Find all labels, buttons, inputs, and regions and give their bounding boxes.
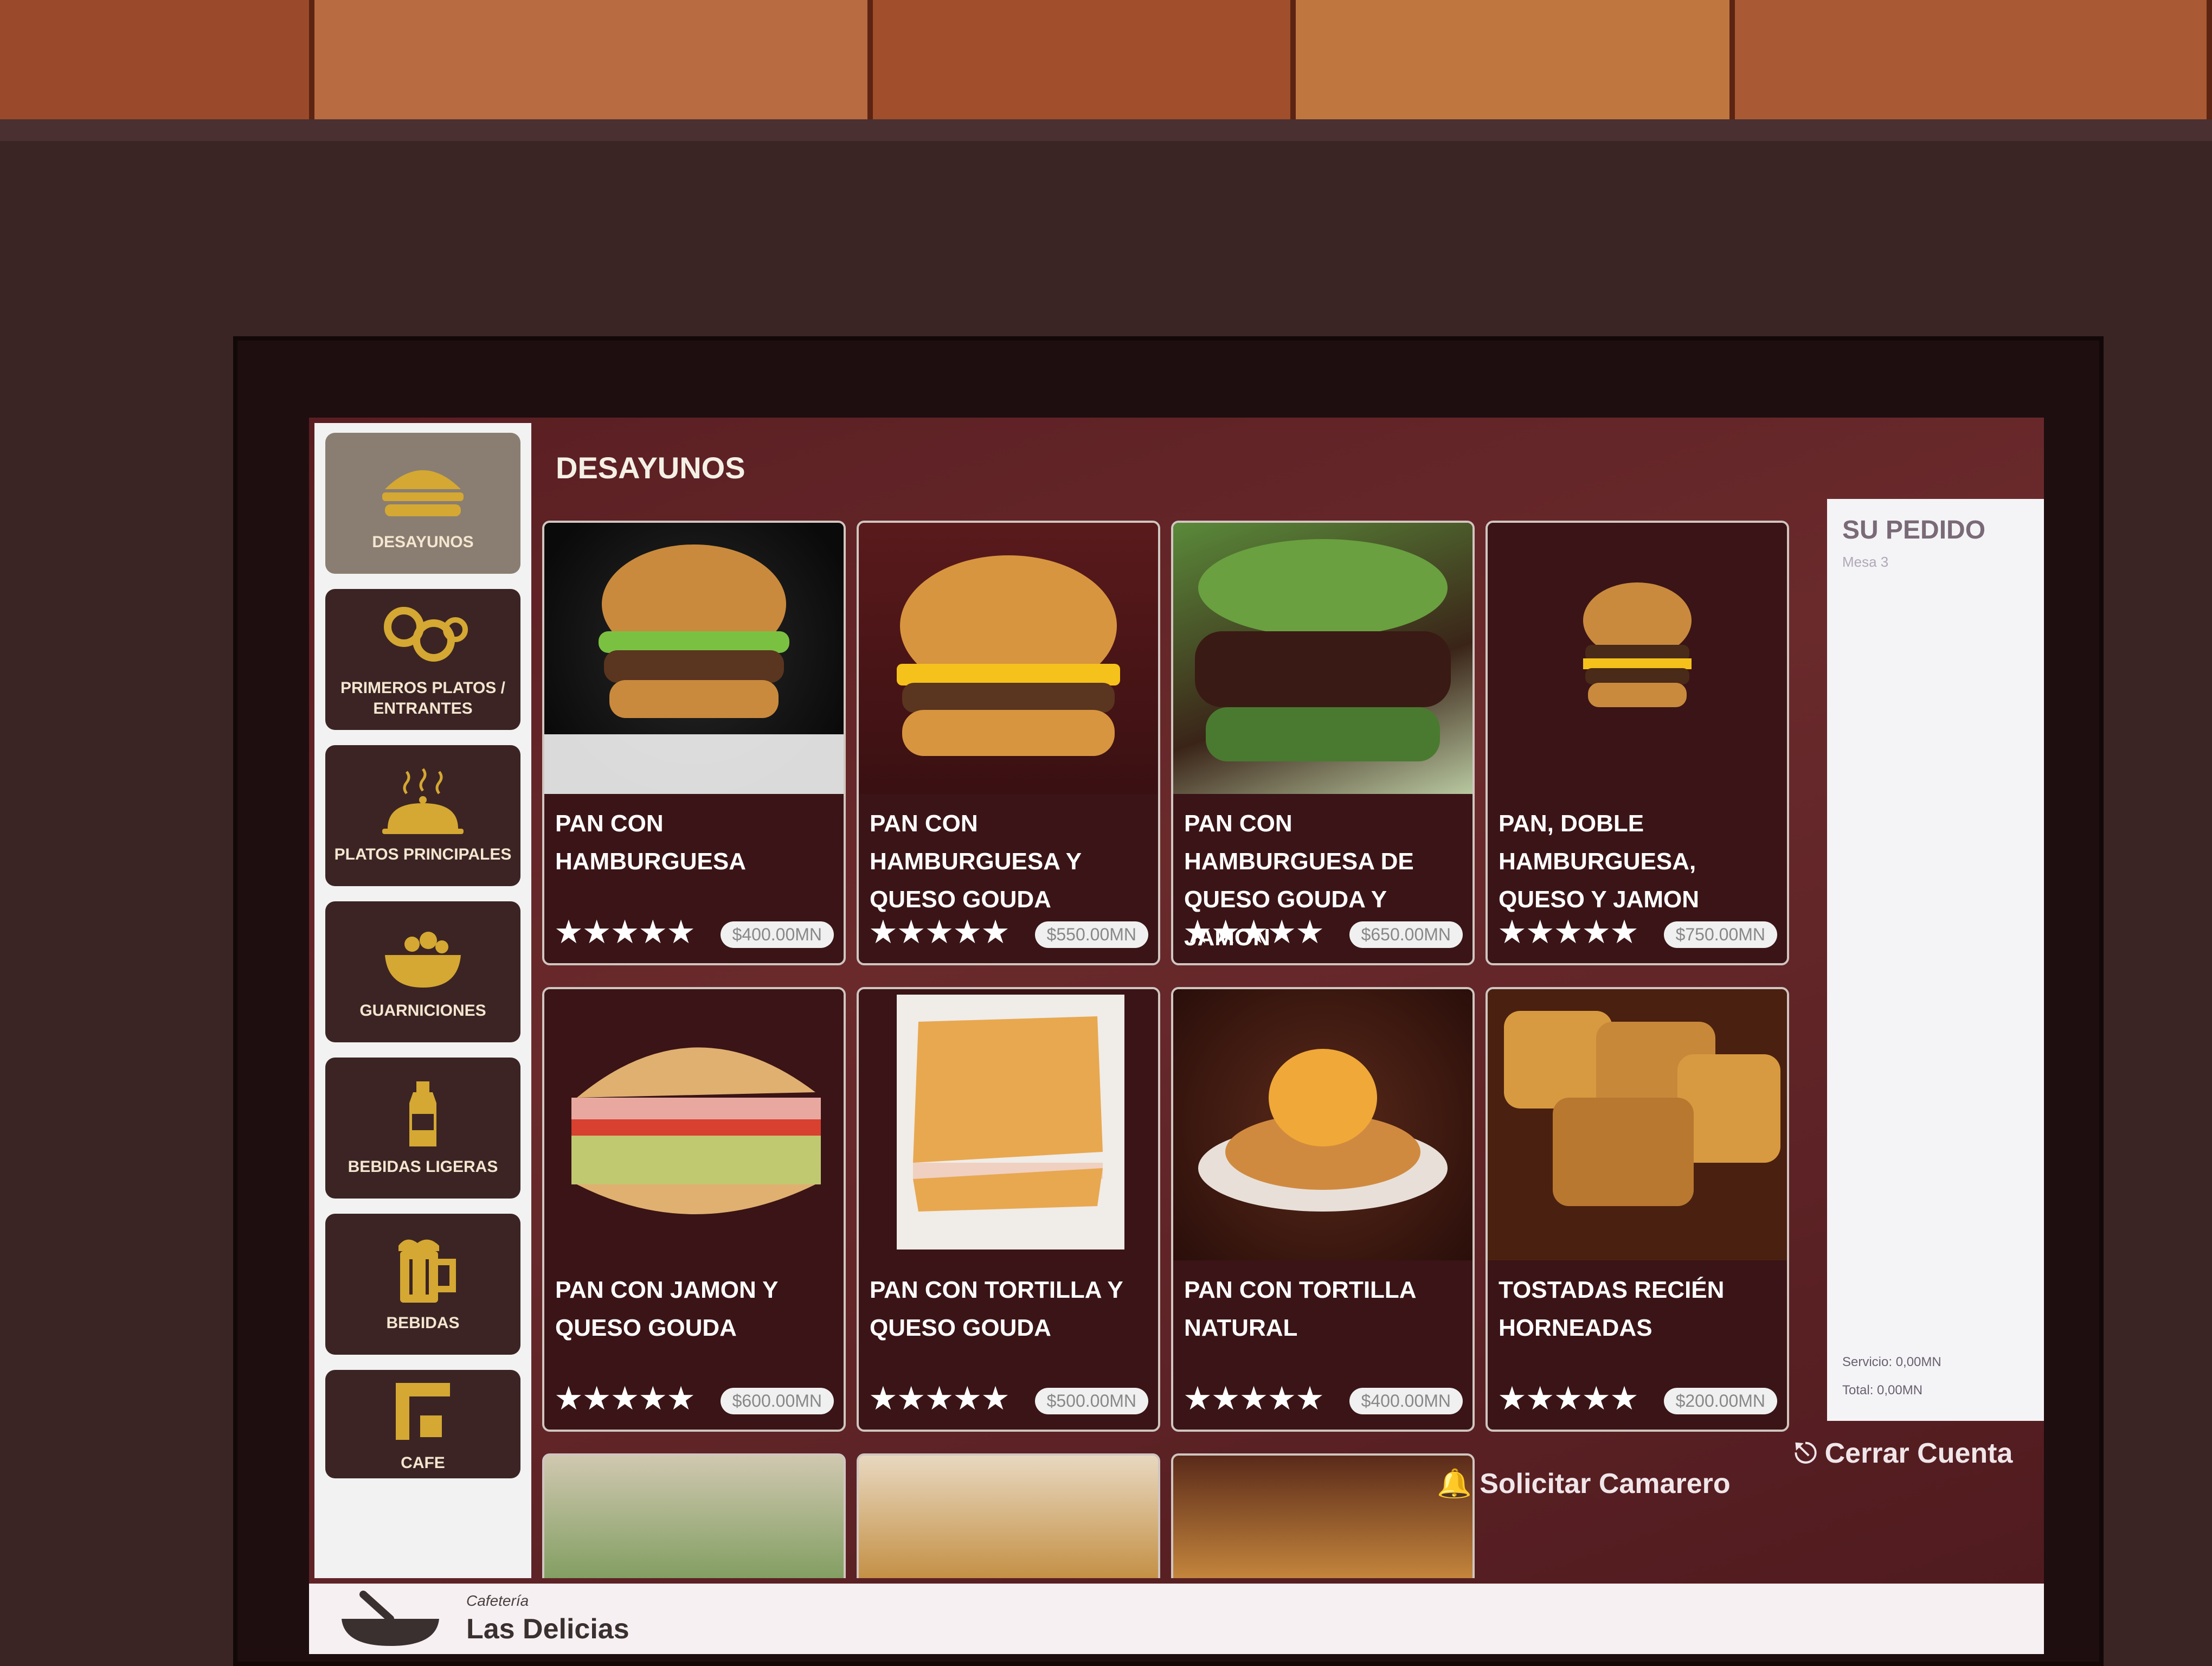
order-panel: SU PEDIDO Mesa 3 Servicio: 0,00MN Total:… (1827, 499, 2044, 1421)
product-grid: PAN CON HAMBURGUESA ★★★★★ $400.00MN PAN … (542, 521, 1805, 1578)
bottle-icon (371, 1079, 474, 1149)
product-image (1173, 523, 1472, 794)
price-badge: $550.00MN (1034, 921, 1148, 948)
price-badge: $650.00MN (1349, 921, 1463, 948)
business-type: Cafetería (466, 1592, 529, 1609)
beer-mug-icon (371, 1235, 474, 1305)
footer-bar: Cafetería Las Delicias (309, 1584, 2044, 1654)
category-guarniciones[interactable]: GUARNICIONES (325, 901, 520, 1042)
cloche-icon (371, 766, 474, 837)
price-badge: $750.00MN (1663, 921, 1777, 948)
product-name: PAN CON TORTILLA Y QUESO GOUDA (870, 1277, 1123, 1341)
mortar-logo-icon (331, 1589, 450, 1649)
rating-stars: ★★★★★ (1497, 1380, 1639, 1417)
category-bebidas[interactable]: BEBIDAS (325, 1214, 520, 1355)
call-waiter-button[interactable]: 🔔 Solicitar Camarero (1437, 1467, 1731, 1500)
order-totals: Servicio: 0,00MN Total: 0,00MN (1842, 1348, 1941, 1405)
burger-icon (371, 454, 474, 524)
category-label: GUARNICIONES (359, 1002, 486, 1020)
product-name: TOSTADAS RECIÉN HORNEADAS (1499, 1277, 1725, 1341)
product-name: PAN CON HAMBURGUESA Y QUESO GOUDA (870, 810, 1082, 913)
bell-icon: 🔔 (1437, 1468, 1480, 1500)
category-bebidas-ligeras[interactable]: BEBIDAS LIGERAS (325, 1058, 520, 1199)
product-name: PAN CON JAMON Y QUESO GOUDA (555, 1277, 778, 1341)
product-image (1488, 523, 1787, 794)
grand-total: Total: 0,00MN (1842, 1383, 1923, 1398)
product-card[interactable]: PAN CON JAMON Y QUESO GOUDA ★★★★★ $600.0… (542, 987, 846, 1432)
category-label: PLATOS PRINCIPALES (334, 845, 512, 863)
close-account-button[interactable]: ⎋ Cerrar Cuenta (1795, 1437, 2012, 1470)
coffee-machine-icon (371, 1375, 474, 1445)
menu-app: DESAYUNOS PRIMEROS PLATOS / ENTRANTES PL… (309, 418, 2044, 1654)
product-card[interactable]: PAN, DOBLE HAMBURGUESA, QUESO Y JAMON ★★… (1486, 521, 1789, 965)
category-label: DESAYUNOS (372, 533, 474, 551)
price-badge: $400.00MN (720, 921, 834, 948)
category-desayunos[interactable]: DESAYUNOS (325, 433, 520, 574)
price-badge: $600.00MN (720, 1388, 834, 1414)
call-waiter-label: Solicitar Camarero (1480, 1468, 1731, 1500)
rating-stars: ★★★★★ (1497, 914, 1639, 950)
category-label: BEBIDAS (386, 1314, 460, 1332)
category-label: PRIMEROS PLATOS / ENTRANTES (340, 679, 505, 717)
price-badge: $400.00MN (1349, 1388, 1463, 1414)
product-name: PAN CON HAMBURGUESA (555, 810, 746, 875)
category-primeros-platos[interactable]: PRIMEROS PLATOS / ENTRANTES (325, 589, 520, 730)
product-card[interactable]: PAN CON TORTILLA NATURAL ★★★★★ $400.00MN (1171, 987, 1475, 1432)
category-label: CAFE (401, 1454, 445, 1472)
rating-stars: ★★★★★ (869, 914, 1010, 950)
product-card-partial[interactable] (542, 1453, 846, 1578)
rating-stars: ★★★★★ (554, 914, 696, 950)
exit-icon: ⎋ (1795, 1438, 1825, 1469)
section-title: DESAYUNOS (556, 451, 745, 485)
product-image (1488, 989, 1787, 1260)
onion-rings-icon (371, 600, 474, 670)
product-card-partial[interactable] (1171, 1453, 1475, 1578)
product-name: PAN CON TORTILLA NATURAL (1184, 1277, 1416, 1341)
product-card[interactable]: TOSTADAS RECIÉN HORNEADAS ★★★★★ $200.00M… (1486, 987, 1789, 1432)
rating-stars: ★★★★★ (1183, 1380, 1324, 1417)
product-image (544, 523, 844, 794)
product-card[interactable]: PAN CON HAMBURGUESA DE QUESO GOUDA Y JAM… (1171, 521, 1475, 965)
product-card[interactable]: PAN CON TORTILLA Y QUESO GOUDA ★★★★★ $50… (857, 987, 1160, 1432)
close-account-label: Cerrar Cuenta (1824, 1438, 2013, 1469)
product-image (859, 989, 1158, 1260)
product-image (1173, 989, 1472, 1260)
order-title: SU PEDIDO (1842, 516, 1986, 544)
price-badge: $500.00MN (1034, 1388, 1148, 1414)
category-label: BEBIDAS LIGERAS (348, 1158, 498, 1176)
category-sidebar: DESAYUNOS PRIMEROS PLATOS / ENTRANTES PL… (314, 423, 531, 1578)
rating-stars: ★★★★★ (554, 1380, 696, 1417)
category-platos-principales[interactable]: PLATOS PRINCIPALES (325, 745, 520, 886)
price-badge: $200.00MN (1663, 1388, 1777, 1414)
business-name: Las Delicias (466, 1613, 629, 1645)
product-image (859, 523, 1158, 794)
business-info: Cafetería Las Delicias (466, 1592, 629, 1645)
category-cafe[interactable]: CAFE (325, 1370, 520, 1478)
rating-stars: ★★★★★ (1183, 914, 1324, 950)
bowl-icon (371, 922, 474, 993)
product-name: PAN, DOBLE HAMBURGUESA, QUESO Y JAMON (1499, 810, 1700, 913)
product-card-partial[interactable] (857, 1453, 1160, 1578)
rating-stars: ★★★★★ (869, 1380, 1010, 1417)
product-card[interactable]: PAN CON HAMBURGUESA ★★★★★ $400.00MN (542, 521, 846, 965)
product-image (544, 989, 844, 1260)
order-table: Mesa 3 (1842, 554, 1889, 570)
product-card[interactable]: PAN CON HAMBURGUESA Y QUESO GOUDA ★★★★★ … (857, 521, 1160, 965)
service-total: Servicio: 0,00MN (1842, 1355, 1941, 1369)
